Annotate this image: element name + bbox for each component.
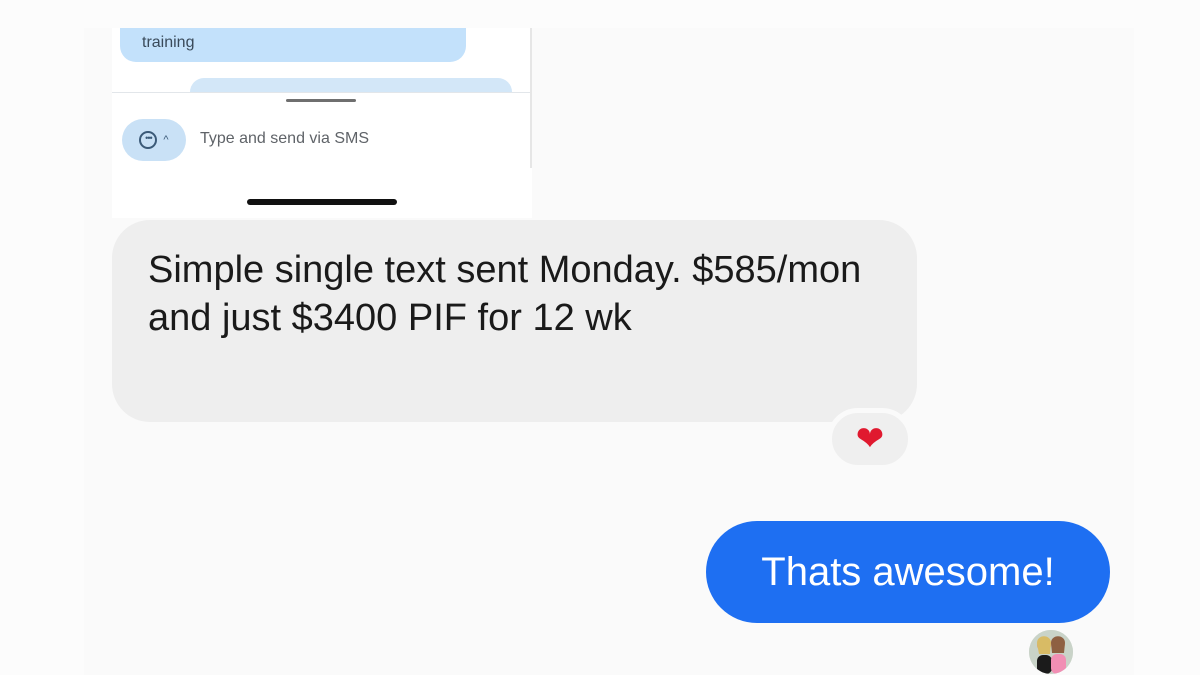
outgoing-message[interactable]: Thats awesome!: [706, 521, 1110, 623]
embed-composer: ••• ^ Type and send via SMS: [112, 92, 530, 212]
chevron-up-icon: ^: [163, 133, 169, 146]
embed-previous-message: training: [120, 28, 466, 62]
home-indicator: [247, 199, 397, 205]
incoming-message[interactable]: Simple single text sent Monday. $585/mon…: [112, 220, 917, 422]
heart-icon: ❤: [855, 420, 885, 458]
sms-placeholder[interactable]: Type and send via SMS: [200, 130, 369, 148]
chat-bubble-icon: •••: [139, 131, 158, 149]
embed-divider: [530, 28, 532, 168]
avatar: [1029, 630, 1073, 674]
heart-reaction[interactable]: ❤: [827, 408, 913, 470]
embedded-screenshot: training ••• ^ Type and send via SMS: [112, 28, 532, 218]
composer-drag-handle[interactable]: [286, 99, 356, 102]
message-thread-page: training ••• ^ Type and send via SMS Sim…: [0, 0, 1200, 675]
composer-toggle-button[interactable]: ••• ^: [122, 119, 186, 161]
avatar-image: [1029, 630, 1073, 674]
